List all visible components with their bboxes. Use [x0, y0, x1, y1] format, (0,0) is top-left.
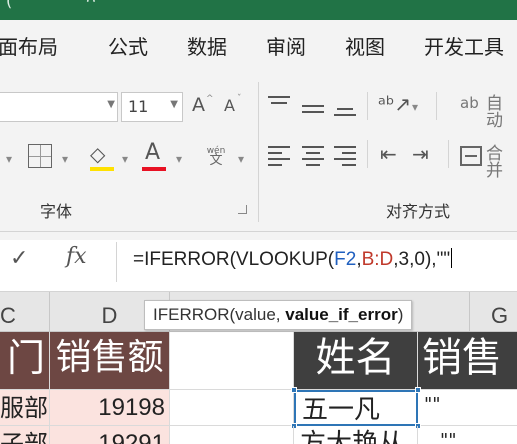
shrink-arrow-icon: ˇ [237, 94, 242, 104]
shrink-font-icon[interactable]: A [224, 98, 235, 114]
decrease-indent-icon[interactable]: ⇤ [380, 144, 397, 164]
cell-c1[interactable]: 门 [0, 332, 50, 390]
divider [436, 92, 437, 120]
insert-function-icon[interactable]: fx [66, 244, 87, 269]
formula-input[interactable]: =IFERROR(VLOOKUP(F2,B:D,3,0),"" [133, 248, 453, 271]
phonetic-bottom: 文 [209, 153, 223, 168]
column-header-c[interactable]: C [0, 292, 50, 332]
fill-color-icon[interactable]: ◇ [90, 144, 105, 164]
formula-suffix: ,3,0),"" [393, 249, 451, 270]
cell-f2[interactable]: 五一凡 [294, 390, 418, 426]
font-group-label: 字体 [40, 202, 73, 221]
cell-f1[interactable]: 姓名 [294, 332, 418, 390]
chevron-down-icon[interactable]: ▾ [238, 152, 244, 166]
chevron-down-icon[interactable]: ▾ [176, 152, 182, 166]
worksheet-grid: C D G IFERROR(value, value_if_error) 门 销… [0, 292, 517, 444]
ribbon-panel: ▼ 11 ▼ A ^ A ˇ ▾ ▾ ◇ ▾ A ▾ wén 文 ▾ 字体 ᵃᵇ… [0, 66, 517, 232]
cell-e1[interactable] [170, 332, 294, 390]
grow-font-icon[interactable]: A [192, 96, 205, 115]
font-size-combobox[interactable]: 11 ▼ [121, 92, 183, 122]
cell-d3[interactable]: 19291 [50, 426, 170, 444]
selection-handle[interactable] [291, 387, 297, 393]
cell-c2[interactable]: 服部 [0, 390, 50, 426]
dialog-launcher-icon[interactable] [238, 205, 247, 214]
bottom-align-icon[interactable] [334, 102, 356, 120]
group-divider [258, 82, 259, 222]
cell-e3[interactable] [170, 426, 294, 444]
tooltip-close: ) [397, 305, 404, 324]
chevron-down-icon[interactable]: ▼ [107, 99, 115, 110]
increase-indent-icon[interactable]: ⇥ [412, 144, 429, 164]
align-center-icon[interactable] [302, 146, 324, 170]
ribbon-tab-bar: 页面布局 公式 数据 审阅 视图 开发工具 [0, 20, 517, 66]
title-bar-glyph: ᴖ [86, 0, 96, 10]
cell-d1[interactable]: 销售额 [50, 332, 170, 390]
wrap-text-label[interactable]: 自动 [486, 96, 517, 130]
font-size-value: 11 [128, 97, 149, 116]
formula-ref-f2: F2 [334, 249, 357, 270]
align-right-icon[interactable] [334, 146, 356, 170]
formula-ref-range: B:D [361, 249, 394, 270]
title-bar-glyph: ( [6, 0, 13, 10]
font-color-icon[interactable]: A [145, 142, 160, 164]
orientation-icon[interactable]: ᵃᵇ↗ [378, 94, 411, 114]
chevron-down-icon[interactable]: ▾ [412, 100, 418, 114]
tab-view[interactable]: 视图 [345, 31, 385, 60]
chevron-down-icon[interactable]: ▾ [122, 152, 128, 166]
text-caret [451, 248, 453, 268]
middle-align-icon[interactable] [302, 99, 324, 117]
merge-label[interactable]: 合并 [486, 146, 517, 180]
enter-check-icon[interactable]: ✓ [10, 246, 28, 271]
font-name-combobox[interactable]: ▼ [0, 92, 118, 122]
formula-bar: ✓ fx =IFERROR(VLOOKUP(F2,B:D,3,0),"" [0, 232, 517, 292]
tab-review[interactable]: 审阅 [266, 31, 306, 60]
chevron-down-icon[interactable]: ▼ [170, 99, 178, 110]
divider [448, 140, 449, 168]
chevron-down-icon[interactable]: ▾ [62, 152, 68, 166]
font-color-swatch [142, 167, 166, 171]
cell-g2-active[interactable]: "" [418, 390, 517, 426]
phonetic-guide-icon[interactable]: wén 文 [204, 146, 228, 168]
formula-prefix: =IFERROR(VLOOKUP( [133, 249, 335, 270]
tab-formulas[interactable]: 公式 [108, 31, 148, 60]
borders-icon[interactable] [28, 144, 52, 168]
tab-developer[interactable]: 开发工具 [424, 31, 504, 60]
align-left-icon[interactable] [268, 146, 290, 170]
tooltip-text: IFERROR(value, [153, 305, 286, 324]
grow-arrow-icon: ^ [206, 94, 214, 104]
merge-center-icon[interactable] [460, 146, 482, 166]
title-bar: ( ᴖ [0, 0, 517, 20]
cell-d2[interactable]: 19198 [50, 390, 170, 426]
function-tooltip: IFERROR(value, value_if_error) [144, 300, 413, 330]
alignment-group-label: 对齐方式 [386, 202, 451, 221]
cell-g3[interactable]: "" [418, 426, 517, 444]
cell-f3[interactable]: 方大艳从 [294, 426, 418, 444]
cell-c3[interactable]: 子部 [0, 426, 50, 444]
top-align-icon[interactable] [268, 96, 290, 114]
chevron-down-icon[interactable]: ▾ [6, 152, 12, 166]
selection-handle[interactable] [415, 387, 421, 393]
tab-data[interactable]: 数据 [187, 31, 227, 60]
tooltip-bold-arg: value_if_error [285, 305, 398, 324]
wrap-text-icon[interactable]: ab [460, 96, 479, 111]
divider [367, 92, 368, 120]
divider [367, 140, 368, 168]
tab-page-layout[interactable]: 页面布局 [0, 31, 58, 60]
column-header-g[interactable]: G [470, 292, 517, 332]
cell-e2[interactable] [170, 390, 294, 426]
cell-g1[interactable]: 销售 [418, 332, 517, 390]
fill-color-swatch [90, 167, 114, 171]
